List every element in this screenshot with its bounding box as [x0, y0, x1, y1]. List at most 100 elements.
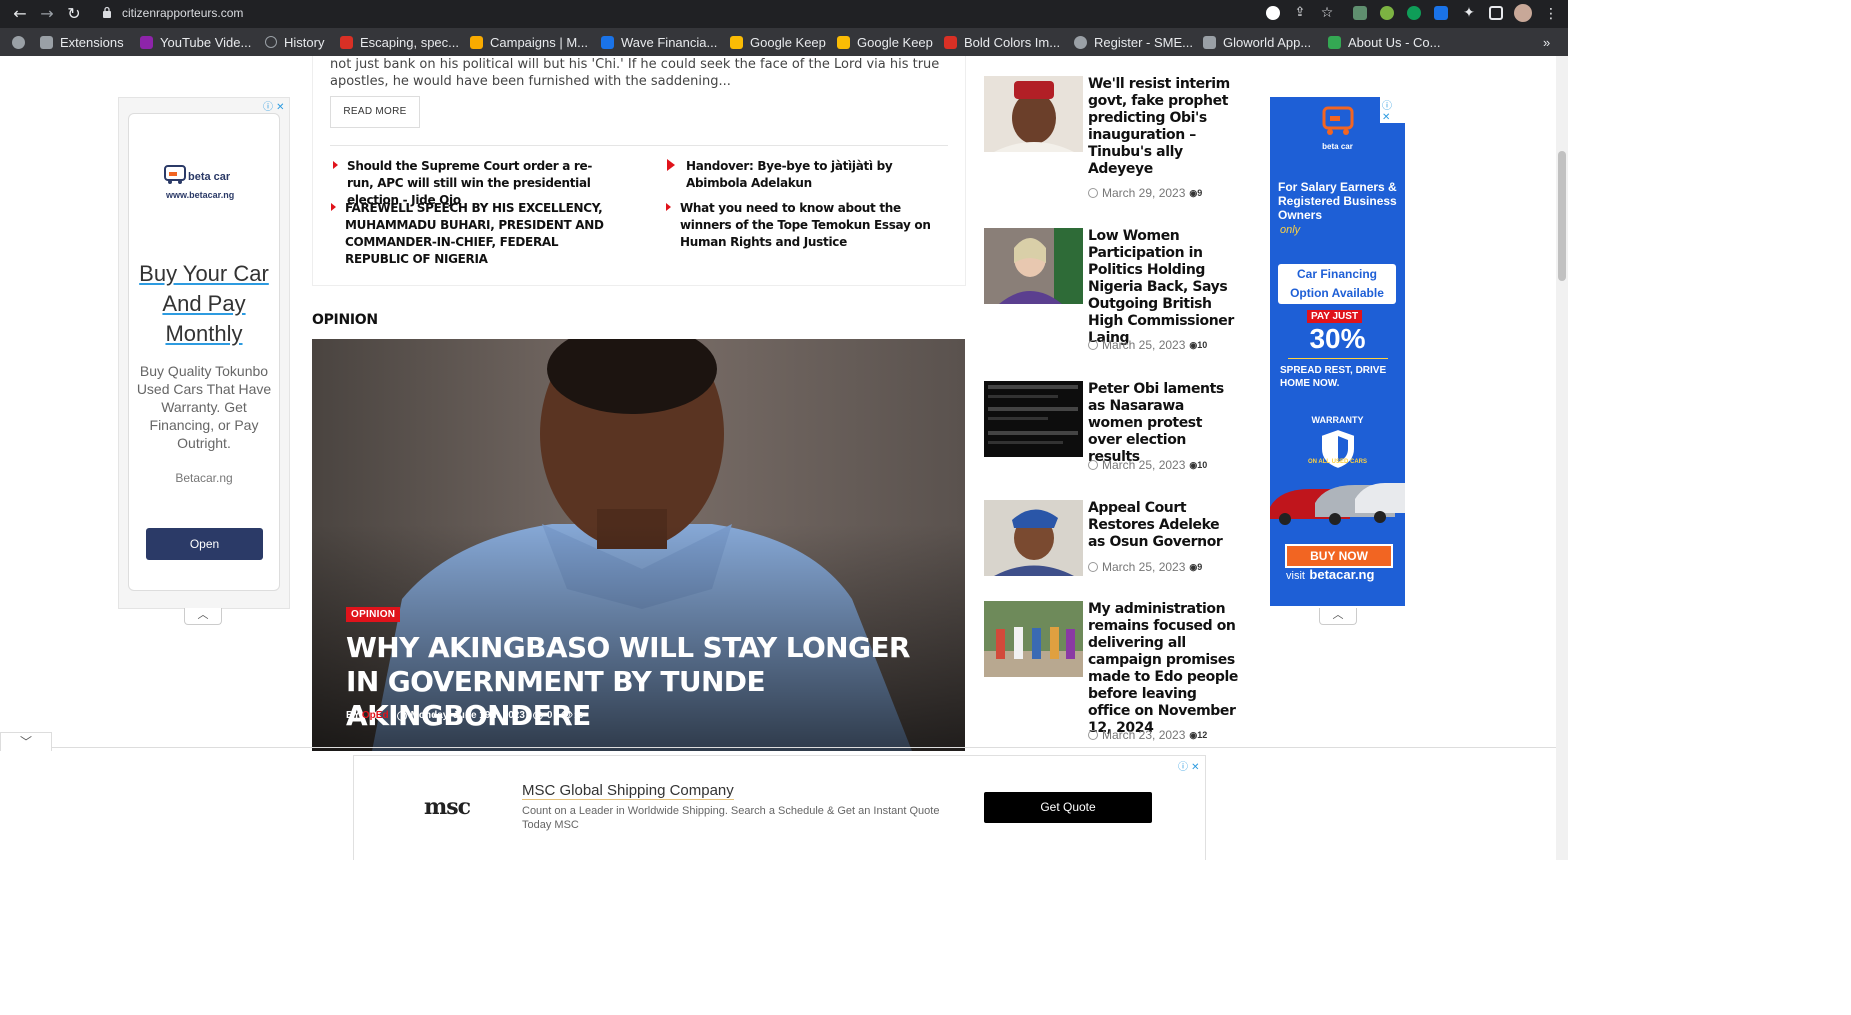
by-label: BY: [346, 710, 360, 721]
bookmark-google-keep-1[interactable]: Google Keep: [730, 33, 826, 51]
sidebar-post-title[interactable]: Peter Obi laments as Nasarawa women prot…: [1088, 381, 1240, 466]
date-text: March 23, 2023: [1102, 728, 1186, 742]
ad-financing: Car Financing Option Available: [1278, 264, 1396, 304]
bookmarks-overflow-chevron-icon[interactable]: »: [1543, 33, 1550, 51]
car-logo-icon: [1322, 106, 1354, 135]
bookmark-apps[interactable]: [12, 33, 32, 51]
featured-article[interactable]: OPINION WHY AKINGBASO WILL STAY LONGER I…: [312, 339, 965, 751]
post-date: Monday, June 19th 2023: [410, 710, 525, 721]
bookmark-escaping[interactable]: Escaping, spec...: [340, 33, 459, 51]
extensions-puzzle-icon[interactable]: ✦: [1459, 3, 1479, 23]
featured-meta: BY OpEd Monday, June 19th 2023 0 👁 16: [346, 710, 583, 721]
ad-close-icon[interactable]: ⓘ ✕: [1178, 758, 1200, 773]
left-ad-collapse-chevron-up-icon[interactable]: ︿: [184, 608, 222, 625]
sidebar-post-title[interactable]: My administration remains focused on del…: [1088, 601, 1240, 737]
forward-arrow-icon[interactable]: →: [37, 4, 57, 24]
bookmark-label: Escaping, spec...: [360, 34, 459, 50]
ad-pay-just: PAY JUST: [1307, 310, 1363, 323]
bookmark-favicon-icon: [140, 35, 153, 49]
related-link[interactable]: FAREWELL SPEECH BY HIS EXCELLENCY, MUHAM…: [331, 200, 610, 268]
bookmark-history[interactable]: History: [265, 33, 324, 51]
betacar-logo: beta car www.betacar.ng: [164, 163, 244, 203]
bottom-anchor-ad[interactable]: ⓘ ✕ msc MSC Global Shipping Company Coun…: [353, 755, 1206, 860]
back-arrow-icon[interactable]: ←: [10, 4, 30, 24]
bookmark-wave[interactable]: Wave Financia...: [601, 33, 717, 51]
ad-site: www.betacar.ng: [166, 190, 235, 200]
ad-site: betacar.ng: [1309, 567, 1375, 582]
arrow-bullet-icon: [666, 203, 671, 211]
puzzle-icon: [40, 35, 53, 49]
extension-1-icon[interactable]: [1353, 6, 1367, 20]
clock-icon: [1088, 460, 1098, 470]
reload-icon[interactable]: ↻: [64, 4, 84, 24]
sidebar-post-date: March 23, 2023 ◉ 12: [1088, 728, 1207, 742]
ad-close-icon[interactable]: ⓘ ✕: [1380, 97, 1405, 123]
share-icon[interactable]: ⇪: [1290, 3, 1310, 23]
profile-avatar[interactable]: [1514, 4, 1532, 22]
address-bar[interactable]: citizenrapporteurs.com: [94, 2, 1344, 25]
ad-brand: beta car: [1322, 142, 1353, 151]
cars-image: [1270, 483, 1405, 525]
arrow-bullet-icon: [331, 203, 336, 211]
ad-only: only: [1280, 224, 1301, 236]
ad-buy-now-button[interactable]: BUY NOW: [1285, 544, 1393, 568]
sidebar-post-title[interactable]: Appeal Court Restores Adeleke as Osun Go…: [1088, 500, 1240, 551]
bookmark-favicon-icon: [601, 35, 614, 49]
sidebar-post-title[interactable]: Low Women Participation in Politics Hold…: [1088, 228, 1240, 347]
get-quote-button[interactable]: Get Quote: [984, 792, 1152, 823]
bookmark-label: Bold Colors Im...: [964, 34, 1061, 50]
ad-headline[interactable]: Buy Your Car And Pay Monthly: [134, 259, 274, 349]
bookmark-register-sme[interactable]: Register - SME...: [1074, 33, 1193, 51]
star-icon[interactable]: ☆: [1317, 3, 1337, 23]
grammarly-icon[interactable]: [1407, 6, 1421, 20]
ad-open-button[interactable]: Open: [146, 528, 263, 560]
right-sidebar-ad[interactable]: ⓘ ✕ beta car For Salary Earners & Regist…: [1270, 97, 1405, 606]
anchor-ad-collapse-chevron-down-icon[interactable]: ﹀: [0, 732, 52, 751]
browser-toolbar: ← → ↻ citizenrapporteurs.com ⇪ ☆ ✦ ⋮: [0, 0, 1568, 28]
bookmark-label: Google Keep: [750, 34, 826, 50]
ad-divider: [1288, 358, 1388, 359]
date-text: March 29, 2023: [1102, 186, 1186, 200]
bookmark-gloworld[interactable]: Gloworld App...: [1203, 33, 1311, 51]
bookmark-label: About Us - Co...: [1348, 34, 1441, 50]
bookmark-google-keep-2[interactable]: Google Keep: [837, 33, 933, 51]
sidebar-post-date: March 29, 2023 ◉ 9: [1088, 186, 1202, 200]
bookmark-about-us[interactable]: About Us - Co...: [1328, 33, 1440, 51]
download-icon[interactable]: [1434, 6, 1448, 20]
bookmark-extensions[interactable]: Extensions: [40, 33, 124, 51]
ad-close-icon[interactable]: ⓘ ✕: [263, 98, 285, 113]
scrollbar-thumb[interactable]: [1558, 151, 1566, 281]
bookmark-campaigns[interactable]: Campaigns | M...: [470, 33, 588, 51]
read-more-button[interactable]: READ MORE: [330, 96, 420, 128]
divider: [330, 145, 948, 146]
bookmark-favicon-icon: [470, 35, 483, 49]
history-icon: [265, 36, 277, 48]
left-sidebar-ad[interactable]: ⓘ ✕ beta car www.betacar.ng Buy Your Car…: [118, 97, 290, 609]
ad-card[interactable]: beta car www.betacar.ng Buy Your Car And…: [128, 113, 280, 591]
eye-icon: 👁: [560, 710, 574, 721]
page-scrollbar[interactable]: [1556, 56, 1568, 860]
related-link[interactable]: What you need to know about the winners …: [666, 200, 950, 251]
comment-icon: [532, 711, 543, 720]
keep-icon: [837, 35, 850, 49]
related-link[interactable]: Handover: Bye-bye to jàtìjàtì by Abimbol…: [667, 158, 936, 192]
bookmark-youtube[interactable]: YouTube Vide...: [140, 33, 251, 51]
bookmark-label: YouTube Vide...: [160, 34, 252, 50]
sidebar-post-title[interactable]: We'll resist interim govt, fake prophet …: [1088, 76, 1240, 178]
menu-kebab-icon[interactable]: ⋮: [1541, 4, 1561, 24]
bookmark-label: Extensions: [60, 34, 124, 50]
right-ad-collapse-chevron-up-icon[interactable]: ︿: [1319, 608, 1357, 625]
google-lens-icon[interactable]: [1266, 6, 1280, 20]
article-excerpt: not just bank on his political will but …: [330, 57, 940, 89]
bookmark-favicon-icon: [340, 35, 353, 49]
extension-2-icon[interactable]: [1380, 6, 1394, 20]
comment-count[interactable]: 0: [547, 710, 553, 721]
ad-warranty-sub: ON ALL USED CARS: [1307, 459, 1367, 465]
bottom-ad-title[interactable]: MSC Global Shipping Company: [522, 782, 734, 800]
bookmark-bold-colors[interactable]: Bold Colors Im...: [944, 33, 1060, 51]
author-link[interactable]: OpEd: [362, 710, 389, 721]
related-link-text: Handover: Bye-bye to jàtìjàtì by Abimbol…: [686, 159, 893, 190]
url-text: citizenrapporteurs.com: [122, 6, 244, 20]
category-tag[interactable]: OPINION: [346, 607, 401, 622]
side-panel-icon[interactable]: [1489, 6, 1503, 20]
